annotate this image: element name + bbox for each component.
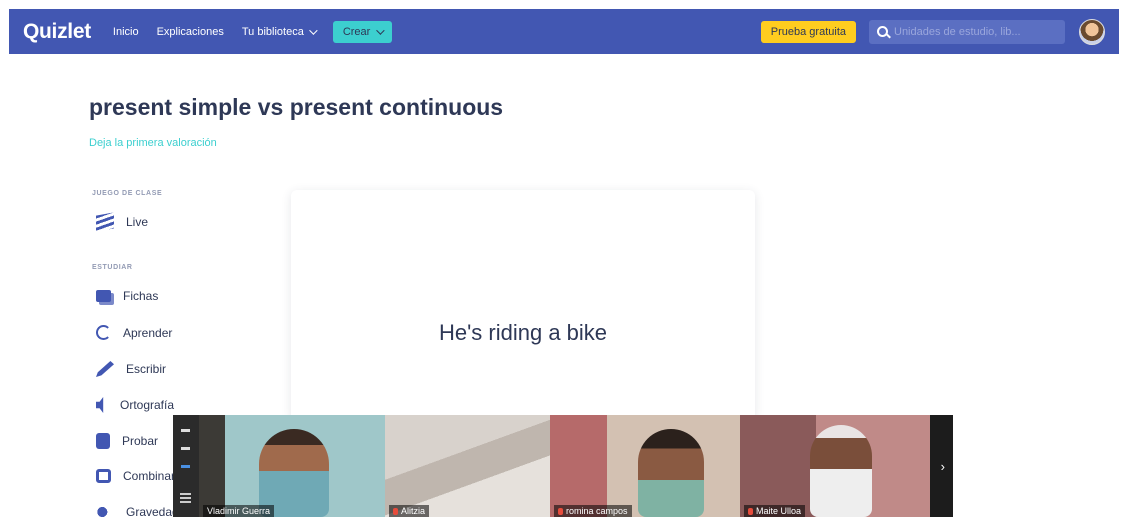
participant-name: romina campos bbox=[554, 505, 632, 517]
test-icon bbox=[96, 433, 110, 449]
page-title: present simple vs present continuous bbox=[89, 94, 504, 120]
match-icon bbox=[96, 469, 111, 483]
flashcards-icon bbox=[96, 290, 111, 302]
grid-icon[interactable] bbox=[180, 493, 191, 503]
sidebar-item-label: Combinar bbox=[123, 469, 176, 483]
participant-name: Alitzia bbox=[389, 505, 430, 517]
avatar[interactable] bbox=[1079, 18, 1105, 45]
study-heading: ESTUDIAR bbox=[92, 264, 133, 271]
participant-name-label: Maite Ulloa bbox=[756, 506, 802, 516]
free-trial-button[interactable]: Prueba gratuita bbox=[760, 20, 856, 43]
gravity-icon bbox=[96, 504, 114, 520]
video-tile[interactable]: Alitzia bbox=[385, 415, 550, 517]
next-page-arrow-icon[interactable]: › bbox=[941, 459, 945, 474]
nav-link-library[interactable]: Tu biblioteca bbox=[241, 25, 318, 38]
sidebar-item-probar[interactable]: Probar bbox=[96, 433, 158, 449]
live-icon bbox=[96, 212, 114, 232]
flashcard-term: He's riding a bike bbox=[438, 320, 608, 345]
mic-muted-icon bbox=[748, 507, 753, 515]
sidebar-item-label: Fichas bbox=[123, 289, 159, 303]
nav-link-library-label: Tu biblioteca bbox=[241, 25, 304, 38]
video-tile[interactable]: romina campos bbox=[550, 415, 740, 517]
participant-name-label: Alitzia bbox=[401, 506, 426, 516]
participant-name: Maite Ulloa bbox=[744, 505, 806, 517]
class-game-heading: JUEGO DE CLASE bbox=[92, 190, 163, 197]
video-call-strip: Vladimir Guerra Alitzia romina campos Ma… bbox=[173, 415, 953, 517]
nav-link-explicaciones[interactable]: Explicaciones bbox=[157, 26, 224, 38]
gallery-view-icon[interactable] bbox=[181, 465, 190, 468]
search-icon bbox=[877, 26, 888, 37]
participant-video bbox=[638, 429, 704, 517]
sidebar-item-label: Ortografía bbox=[120, 398, 175, 412]
sidebar-item-label: Escribir bbox=[126, 362, 167, 376]
sidebar-item-live[interactable]: Live bbox=[96, 212, 149, 232]
learn-icon bbox=[96, 325, 111, 340]
quizlet-logo[interactable]: Quizlet bbox=[23, 20, 91, 44]
video-tile[interactable]: Vladimir Guerra bbox=[199, 415, 385, 517]
create-button[interactable]: Crear bbox=[332, 20, 393, 43]
sidebar-item-ortografia[interactable]: Ortografía bbox=[96, 397, 174, 413]
video-toolbar bbox=[173, 415, 199, 517]
sidebar-item-aprender[interactable]: Aprender bbox=[96, 325, 172, 340]
sidebar-item-label: Live bbox=[126, 215, 149, 229]
mic-muted-icon bbox=[558, 507, 563, 515]
search-placeholder: Unidades de estudio, lib... bbox=[894, 25, 1021, 38]
participant-video bbox=[810, 425, 872, 517]
sidebar-item-fichas[interactable]: Fichas bbox=[96, 289, 158, 303]
rating-link[interactable]: Deja la primera valoración bbox=[89, 137, 217, 149]
nav-bar: Quizlet Inicio Explicaciones Tu bibliote… bbox=[9, 9, 1119, 54]
create-button-label: Crear bbox=[342, 25, 371, 38]
sidebar-item-label: Probar bbox=[122, 434, 159, 448]
participant-name-label: Vladimir Guerra bbox=[207, 506, 271, 516]
sidebar-item-gravedad[interactable]: Gravedad bbox=[96, 504, 179, 520]
nav-link-inicio[interactable]: Inicio bbox=[113, 26, 139, 38]
participant-name: Vladimir Guerra bbox=[203, 505, 275, 517]
sidebar-item-escribir[interactable]: Escribir bbox=[96, 361, 166, 377]
flashcard[interactable]: He's riding a bike bbox=[291, 190, 755, 420]
chevron-down-icon bbox=[376, 25, 386, 35]
speaker-icon bbox=[96, 397, 104, 413]
sidebar-item-label: Aprender bbox=[123, 325, 173, 340]
search-input[interactable]: Unidades de estudio, lib... bbox=[869, 19, 1065, 44]
top-navigation: Quizlet Inicio Explicaciones Tu bibliote… bbox=[0, 0, 1126, 60]
participant-video bbox=[259, 429, 329, 517]
sidebar-item-combinar[interactable]: Combinar bbox=[96, 469, 175, 483]
speaker-view-icon[interactable] bbox=[181, 447, 190, 450]
chevron-down-icon bbox=[308, 25, 318, 35]
video-tile[interactable]: Maite Ulloa bbox=[740, 415, 930, 517]
pen-icon bbox=[96, 361, 114, 377]
participant-name-label: romina campos bbox=[566, 506, 628, 516]
minimize-icon[interactable] bbox=[181, 429, 190, 432]
mic-muted-icon bbox=[393, 507, 398, 515]
